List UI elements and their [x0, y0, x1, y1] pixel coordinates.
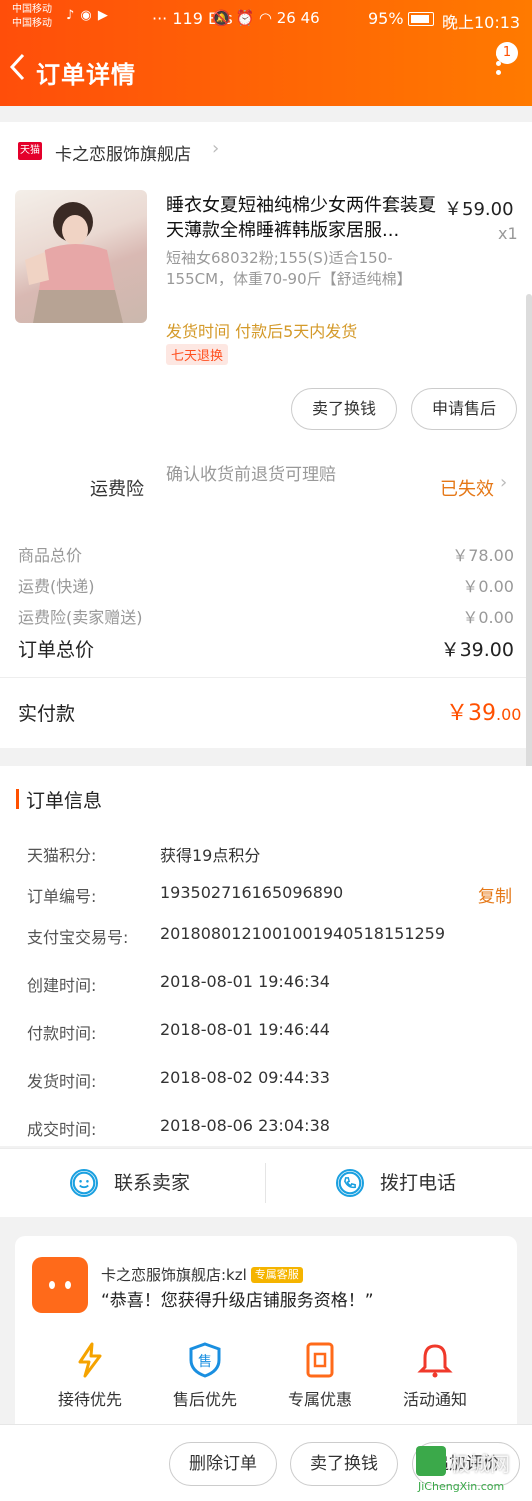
status-bar: 中国移动 中国移动 ♪ ◉ ▶ ··· 119 B/s 🔕 ⏰ ◠ 26 46 …	[0, 0, 532, 38]
carrier-label: 中国移动 中国移动	[12, 3, 52, 31]
delete-order-button[interactable]: 删除订单	[169, 1442, 277, 1486]
product-price: ￥59.00	[444, 199, 514, 220]
info-label: 订单编号:	[27, 887, 97, 906]
product-sku: 短袖女68032粉;155(S)适合150-155CM，体重70-90斤【舒适纯…	[166, 249, 412, 288]
shield-glyph: 售	[198, 1354, 212, 1370]
sell-button[interactable]: 卖了换钱	[290, 1442, 398, 1486]
lightning-icon	[78, 1342, 102, 1378]
mascot-avatar	[32, 1257, 88, 1313]
order-card: 天猫 卡之恋服饰旗舰店 › 睡衣女夏短袖纯棉少女两件套装夏天薄款全棉睡裤韩版家居…	[0, 122, 532, 866]
product-image[interactable]	[15, 190, 147, 323]
shield-icon: 售	[189, 1342, 221, 1378]
order-total-row: 订单总价 ￥39.00	[18, 635, 514, 662]
back-arrow-icon[interactable]	[8, 52, 28, 82]
info-label: 发货时间:	[27, 1072, 97, 1091]
benefit-label: 接待优先	[57, 1390, 122, 1409]
call-label: 拨打电话	[380, 1172, 457, 1194]
service-promo-card: 卡之恋服饰旗舰店:kzl 专属客服 “恭喜！您获得升级店铺服务资格！” 接待优先 …	[15, 1236, 517, 1436]
info-value: 2018-08-01 19:46:34	[160, 972, 330, 991]
insurance-status[interactable]: 已失效	[440, 475, 494, 501]
status-icons: 🔕 ⏰ ◠ 26 46	[212, 9, 320, 27]
divider	[0, 677, 532, 678]
info-label: 付款时间:	[27, 1024, 97, 1043]
info-value: 2018080121001001940518151259	[160, 924, 446, 943]
sell-button[interactable]: 卖了换钱	[291, 388, 397, 430]
cost-label: 商品总价	[18, 546, 83, 565]
order-number: 193502716165096890	[160, 883, 344, 902]
paid-cents: .00	[496, 705, 522, 724]
cost-row: 运费(快递) ￥0.00	[18, 573, 514, 597]
product-quantity: x1	[498, 224, 518, 243]
exclusive-service-tag: 专属客服	[250, 1267, 303, 1283]
benefit-label: 专属优惠	[287, 1390, 352, 1409]
benefit-label: 活动通知	[402, 1390, 467, 1409]
section-accent-bar	[16, 789, 19, 809]
network-label: 26 46	[276, 9, 320, 27]
divider	[265, 1163, 266, 1203]
copy-button[interactable]: 复制	[478, 882, 512, 907]
order-info-card: 订单信息 天猫积分: 获得19点积分 订单编号: 193502716165096…	[0, 766, 532, 1146]
clock: 晚上10:13	[442, 13, 521, 32]
battery-percent: 95%	[368, 9, 404, 28]
info-value: 2018-08-02 09:44:33	[160, 1068, 330, 1087]
watermark-url: JiChengXin.com	[418, 1480, 505, 1493]
cost-value: ￥78.00	[452, 546, 514, 565]
store-name[interactable]: 卡之恋服饰旗舰店	[55, 140, 191, 165]
info-value: 2018-08-01 19:46:44	[160, 1020, 330, 1039]
watermark-text: 极城网	[450, 1452, 510, 1476]
info-label: 支付宝交易号:	[27, 928, 129, 947]
info-label: 天猫积分:	[27, 846, 97, 865]
paid-yuan: ￥39	[446, 701, 496, 726]
order-total-label: 订单总价	[18, 639, 95, 661]
promo-shop-name: 卡之恋服饰旗舰店:kzl	[101, 1266, 247, 1284]
paid-label: 实付款	[18, 703, 76, 725]
cost-label: 运费险(卖家赠送)	[18, 608, 143, 627]
contact-seller-label: 联系卖家	[114, 1172, 191, 1194]
bell-icon	[417, 1344, 453, 1378]
order-total-value: ￥39.00	[440, 639, 514, 661]
carrier-1: 中国移动	[12, 4, 52, 15]
info-label: 创建时间:	[27, 976, 97, 995]
info-label: 成交时间:	[27, 1120, 97, 1139]
paid-amount: ￥39.00	[446, 695, 521, 727]
chevron-right-icon: ›	[212, 138, 220, 159]
promo-shop: 卡之恋服饰旗舰店:kzl 专属客服	[101, 1264, 303, 1285]
product-name[interactable]: 睡衣女夏短袖纯棉少女两件套装夏天薄款全棉睡裤韩版家居服...	[166, 193, 436, 243]
tmall-logo-icon: 天猫	[18, 142, 42, 160]
phone-icon	[336, 1169, 364, 1197]
contact-bar: 联系卖家 拨打电话	[0, 1148, 532, 1217]
cost-value: ￥0.00	[462, 577, 514, 596]
watermark-mark	[416, 1446, 446, 1476]
page-title: 订单详情	[36, 61, 136, 89]
cost-row: 运费险(卖家赠送) ￥0.00	[18, 604, 514, 628]
info-value: 获得19点积分	[160, 846, 261, 865]
chevron-right-icon: ›	[500, 472, 508, 493]
ship-time: 发货时间 付款后5天内发货	[166, 322, 358, 341]
battery-icon	[408, 12, 434, 26]
info-value: 2018-08-06 23:04:38	[160, 1116, 330, 1135]
cost-value: ￥0.00	[462, 608, 514, 627]
watermark-logo: 极城网 JiChengXin.com	[416, 1446, 528, 1496]
contact-seller-button[interactable]: 联系卖家	[70, 1149, 250, 1217]
notification-icons: ♪ ◉ ▶	[66, 8, 109, 23]
coupon-icon	[306, 1342, 334, 1378]
insurance-desc: 确认收货前退货可理赔	[166, 465, 336, 485]
promo-message: “恭喜！您获得升级店铺服务资格！”	[101, 1291, 374, 1311]
after-sale-button[interactable]: 申请售后	[411, 388, 517, 430]
return-policy-badge: 七天退换	[166, 344, 229, 365]
cost-label: 运费(快递)	[18, 577, 95, 596]
call-button[interactable]: 拨打电话	[336, 1149, 516, 1217]
cost-row: 商品总价 ￥78.00	[18, 542, 514, 566]
carrier-2: 中国移动	[12, 18, 52, 29]
order-info-title: 订单信息	[26, 790, 103, 812]
chat-icon	[70, 1169, 98, 1197]
top-header: 中国移动 中国移动 ♪ ◉ ▶ ··· 119 B/s 🔕 ⏰ ◠ 26 46 …	[0, 0, 532, 106]
benefit-label: 售后优先	[172, 1390, 237, 1409]
message-badge: 1	[496, 42, 518, 64]
insurance-label: 运费险	[90, 479, 144, 500]
